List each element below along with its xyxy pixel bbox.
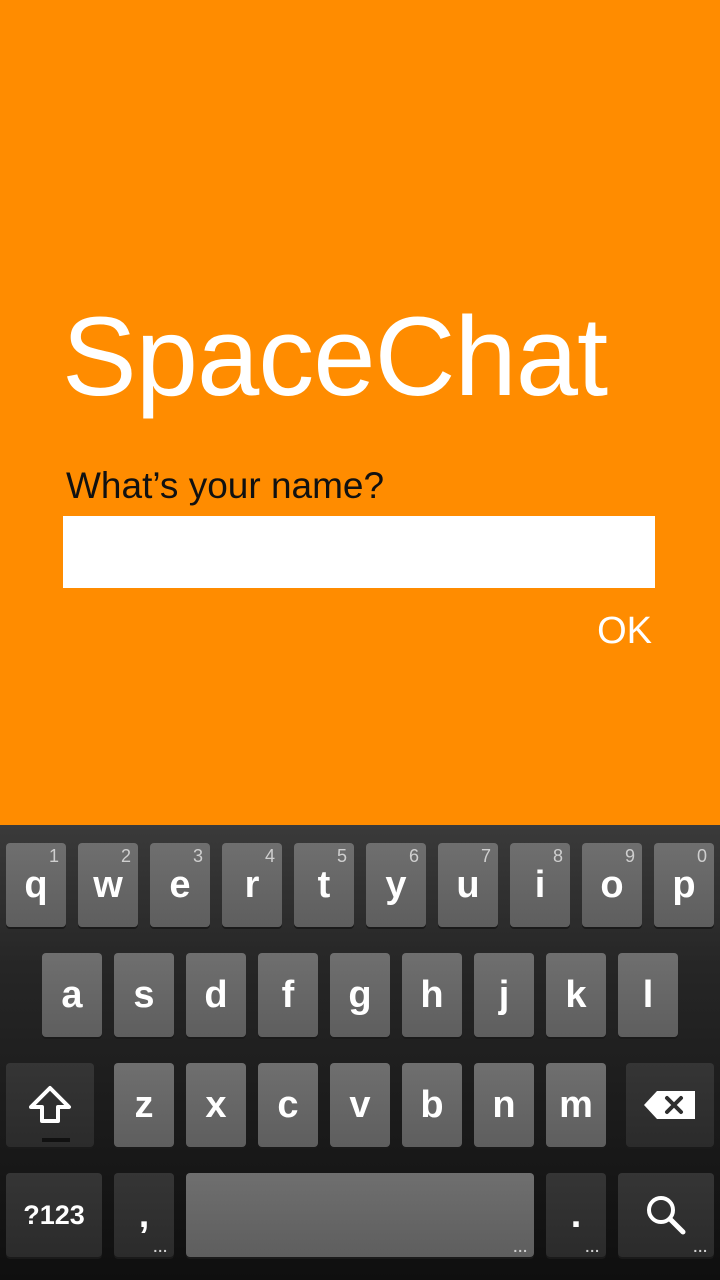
- search-key[interactable]: ...: [618, 1173, 714, 1257]
- soft-keyboard: q1 w2 e3 r4 t5 y6 u7 i8 o9 p0 a s d f g …: [0, 825, 720, 1280]
- ok-button[interactable]: OK: [597, 608, 652, 654]
- key-m[interactable]: m: [546, 1063, 606, 1147]
- key-n[interactable]: n: [474, 1063, 534, 1147]
- key-j[interactable]: j: [474, 953, 534, 1037]
- name-prompt: What’s your name?: [66, 465, 385, 506]
- shift-indicator: [42, 1138, 70, 1142]
- key-a[interactable]: a: [42, 953, 102, 1037]
- backspace-icon: [644, 1091, 695, 1119]
- key-p[interactable]: p0: [654, 843, 714, 927]
- shift-key[interactable]: [6, 1063, 94, 1147]
- key-v[interactable]: v: [330, 1063, 390, 1147]
- key-i[interactable]: i8: [510, 843, 570, 927]
- app-title: SpaceChat: [62, 294, 608, 419]
- key-u[interactable]: u7: [438, 843, 498, 927]
- key-l[interactable]: l: [618, 953, 678, 1037]
- shift-icon: [29, 1086, 71, 1123]
- name-input[interactable]: [63, 516, 655, 588]
- key-r[interactable]: r4: [222, 843, 282, 927]
- key-h[interactable]: h: [402, 953, 462, 1037]
- period-key[interactable]: ....: [546, 1173, 606, 1257]
- key-g[interactable]: g: [330, 953, 390, 1037]
- space-key[interactable]: ...: [186, 1173, 534, 1257]
- key-y[interactable]: y6: [366, 843, 426, 927]
- key-e[interactable]: e3: [150, 843, 210, 927]
- key-t[interactable]: t5: [294, 843, 354, 927]
- key-b[interactable]: b: [402, 1063, 462, 1147]
- key-f[interactable]: f: [258, 953, 318, 1037]
- app-screen: SpaceChat What’s your name? OK: [0, 0, 720, 825]
- key-k[interactable]: k: [546, 953, 606, 1037]
- key-o[interactable]: o9: [582, 843, 642, 927]
- symbols-key[interactable]: ?123: [6, 1173, 102, 1257]
- key-w[interactable]: w2: [78, 843, 138, 927]
- search-icon: [647, 1196, 686, 1235]
- key-d[interactable]: d: [186, 953, 246, 1037]
- key-x[interactable]: x: [186, 1063, 246, 1147]
- key-c[interactable]: c: [258, 1063, 318, 1147]
- key-s[interactable]: s: [114, 953, 174, 1037]
- key-z[interactable]: z: [114, 1063, 174, 1147]
- comma-key[interactable]: ,...: [114, 1173, 174, 1257]
- key-q[interactable]: q1: [6, 843, 66, 927]
- backspace-key[interactable]: [626, 1063, 714, 1147]
